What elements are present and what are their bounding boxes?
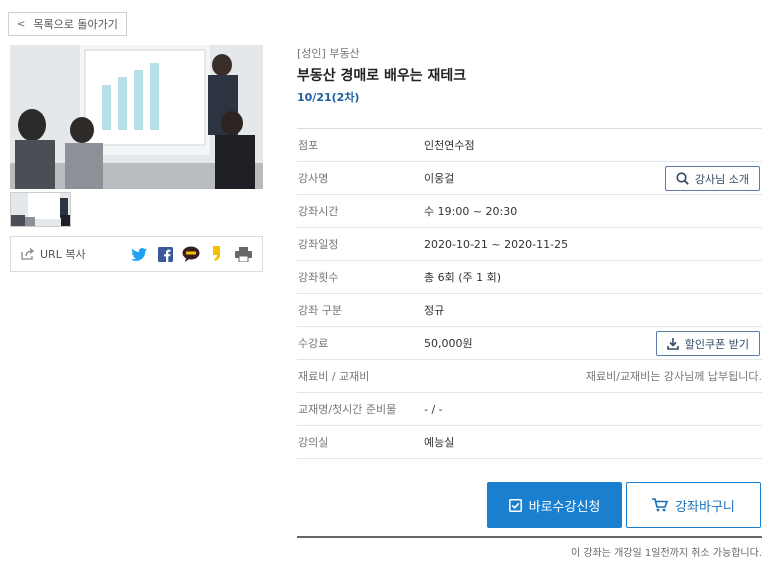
info-row-type: 강좌 구분 정규 <box>297 294 762 327</box>
info-label: 강좌일정 <box>298 238 339 251</box>
apply-now-button[interactable]: 바로수강신청 <box>487 482 622 528</box>
info-value: - / - <box>424 402 443 416</box>
info-value: 50,000원 <box>424 337 473 350</box>
info-value: 수 19:00 ~ 20:30 <box>424 205 518 218</box>
print-icon[interactable] <box>234 245 252 263</box>
info-label: 수강료 <box>298 337 329 350</box>
info-label: 강좌 구분 <box>298 304 342 317</box>
add-to-cart-button[interactable]: 강좌바구니 <box>626 482 761 528</box>
url-copy-label: URL 복사 <box>40 248 86 261</box>
info-label: 강좌시간 <box>298 205 339 218</box>
info-row-classroom: 강의실 예능실 <box>297 426 762 459</box>
add-to-cart-label: 강좌바구니 <box>675 499 735 515</box>
instructor-intro-label: 강사님 소개 <box>694 172 749 186</box>
back-to-list-label: 목록으로 돌아가기 <box>33 18 118 31</box>
info-value: 총 6회 (주 1 회) <box>424 271 502 284</box>
course-category: [성인] 부동산 <box>297 47 360 60</box>
info-value: 정규 <box>424 304 445 317</box>
course-thumbnail[interactable] <box>10 192 71 227</box>
info-label: 강좌횟수 <box>298 271 339 284</box>
info-value: 2020-10-21 ~ 2020-11-25 <box>424 237 569 251</box>
info-value: 예능실 <box>424 436 455 449</box>
back-to-list-button[interactable]: < 목록으로 돌아가기 <box>8 12 127 36</box>
url-copy-button[interactable]: URL 복사 <box>21 246 86 262</box>
chevron-left-icon: < <box>17 18 26 30</box>
info-row-fee: 수강료 50,000원 할인쿠폰 받기 <box>297 327 762 360</box>
checkbox-icon <box>508 498 522 512</box>
info-label: 교재명/첫시간 준비물 <box>298 403 397 416</box>
cart-icon <box>652 498 669 512</box>
course-info-table: 점포 인천연수점 강사명 이웅걸 강사님 소개 강좌시간 수 19:00 ~ 2… <box>297 128 762 459</box>
info-value: 이웅걸 <box>424 172 455 185</box>
info-label: 점포 <box>298 139 319 152</box>
divider <box>297 536 762 538</box>
download-icon <box>666 337 679 350</box>
apply-now-label: 바로수강신청 <box>528 499 601 515</box>
search-icon <box>676 172 689 185</box>
course-main-image <box>10 45 263 189</box>
instructor-intro-button[interactable]: 강사님 소개 <box>664 166 760 191</box>
info-row-schedule: 강좌일정 2020-10-21 ~ 2020-11-25 <box>297 228 762 261</box>
share-icon <box>21 248 35 260</box>
info-label: 강의실 <box>298 436 329 449</box>
kakaotalk-icon[interactable] <box>182 245 200 263</box>
info-label: 강사명 <box>298 172 329 185</box>
info-value: 인천연수점 <box>424 139 475 152</box>
cancel-policy-note: 이 강좌는 개강일 1일전까지 취소 가능합니다. <box>570 548 762 559</box>
discount-coupon-button[interactable]: 할인쿠폰 받기 <box>655 331 760 356</box>
course-title: 부동산 경매로 배우는 재테크 <box>297 68 467 84</box>
discount-coupon-label: 할인쿠폰 받기 <box>684 337 749 351</box>
twitter-icon[interactable] <box>130 245 148 263</box>
info-row-textbook: 교재명/첫시간 준비물 - / - <box>297 393 762 426</box>
share-bar: URL 복사 <box>10 236 263 272</box>
info-row-material-fee: 재료비 / 교재비 재료비/교재비는 강사님께 납부됩니다. <box>297 360 762 393</box>
facebook-icon[interactable] <box>156 245 174 263</box>
course-session: 10/21(2차) <box>297 91 360 104</box>
material-fee-note: 재료비/교재비는 강사님께 납부됩니다. <box>585 370 762 383</box>
info-label: 재료비 / 교재비 <box>298 370 370 383</box>
info-row-store: 점포 인천연수점 <box>297 129 762 162</box>
info-row-count: 강좌횟수 총 6회 (주 1 회) <box>297 261 762 294</box>
info-row-time: 강좌시간 수 19:00 ~ 20:30 <box>297 195 762 228</box>
info-row-instructor: 강사명 이웅걸 강사님 소개 <box>297 162 762 195</box>
kakaostory-icon[interactable] <box>208 245 226 263</box>
